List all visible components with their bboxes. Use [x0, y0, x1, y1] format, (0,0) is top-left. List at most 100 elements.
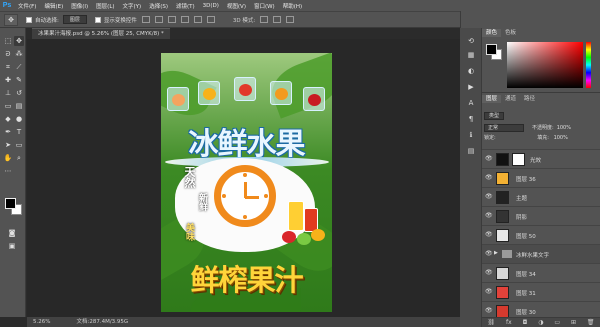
- quick-select-icon[interactable]: ⁂: [14, 49, 24, 59]
- align-center-icon[interactable]: [193, 16, 202, 23]
- foreground-color-swatch[interactable]: [5, 198, 16, 209]
- tab-layers[interactable]: 图层: [482, 95, 502, 103]
- doc-info[interactable]: 文档:287.4M/3.95G: [76, 317, 128, 327]
- eye-icon[interactable]: 👁: [485, 156, 493, 162]
- screen-mode-icon[interactable]: ▣: [7, 241, 17, 251]
- brush-tool-icon[interactable]: ✎: [14, 75, 24, 85]
- actions-panel-icon[interactable]: ▶: [466, 82, 476, 92]
- menu-select[interactable]: 选择(S): [145, 2, 172, 10]
- type-tool-icon[interactable]: T: [14, 127, 24, 137]
- shape-tool-icon[interactable]: ▭: [14, 140, 24, 150]
- dodge-tool-icon[interactable]: ●: [14, 114, 24, 124]
- pen-tool-icon[interactable]: ✒: [3, 127, 13, 137]
- marquee-tool-icon[interactable]: ⬚: [3, 36, 13, 46]
- menu-layer[interactable]: 图层(L): [92, 2, 118, 10]
- layer-row[interactable]: 👁 图层 50: [482, 225, 600, 244]
- menu-file[interactable]: 文件(F): [14, 2, 40, 10]
- layer-row[interactable]: 👁 主题: [482, 187, 600, 206]
- align-bottom-icon[interactable]: [167, 16, 176, 23]
- foreground-swatch[interactable]: [486, 44, 497, 55]
- apricot-fruit: [275, 88, 288, 100]
- layer-row[interactable]: 👁 图层 36: [482, 168, 600, 187]
- navigator-panel-icon[interactable]: ▤: [466, 146, 476, 156]
- eye-icon[interactable]: 👁: [485, 175, 493, 181]
- character-panel-icon[interactable]: A: [466, 98, 476, 108]
- properties-panel-icon[interactable]: ▦: [466, 50, 476, 60]
- healing-brush-icon[interactable]: ✚: [3, 75, 13, 85]
- menu-3d[interactable]: 3D(D): [199, 3, 223, 9]
- history-panel-icon[interactable]: ⟲: [466, 36, 476, 46]
- clone-stamp-icon[interactable]: ⊥: [3, 88, 13, 98]
- pan-3d-icon[interactable]: [286, 16, 295, 23]
- menu-image[interactable]: 图像(I): [67, 2, 92, 10]
- layer-group-row[interactable]: 👁 ▶ 冰鲜水果文字: [482, 244, 600, 263]
- align-middle-icon[interactable]: [154, 16, 163, 23]
- document-tab[interactable]: 冰果果汁海报.psd @ 5.26% (图层 25, CMYK/8) *: [32, 28, 170, 39]
- menu-edit[interactable]: 编辑(E): [40, 2, 67, 10]
- eye-icon[interactable]: 👁: [485, 194, 493, 200]
- layer-row[interactable]: 👁 图层 34: [482, 263, 600, 282]
- adjustment-layer-icon[interactable]: ◑: [538, 319, 543, 326]
- lasso-tool-icon[interactable]: ᘐ: [3, 49, 13, 59]
- tools-panel: ⬚ ✥ ᘐ ⁂ ⌗ ⟋ ✚ ✎ ⊥ ↺ ▭ ▤ ◆ ● ✒ T ➤ ▭ ✋ ⌕ …: [0, 28, 26, 317]
- add-mask-icon[interactable]: ◘: [523, 319, 528, 326]
- layer-row[interactable]: 👁 阴影: [482, 206, 600, 225]
- tab-color[interactable]: 颜色: [482, 29, 502, 37]
- tab-paths[interactable]: 路径: [520, 95, 539, 103]
- hue-slider[interactable]: [586, 42, 591, 88]
- roll-3d-icon[interactable]: [273, 16, 282, 23]
- group-expand-icon[interactable]: ▶: [494, 250, 498, 256]
- blur-tool-icon[interactable]: ◆: [3, 114, 13, 124]
- color-picker-field[interactable]: [507, 42, 583, 88]
- path-select-icon[interactable]: ➤: [3, 140, 13, 150]
- layer-row[interactable]: 👁 光效: [482, 149, 600, 168]
- move-tool-icon[interactable]: ✥: [14, 36, 24, 46]
- layer-row[interactable]: 👁 图层 31: [482, 282, 600, 301]
- new-group-icon[interactable]: ▭: [554, 319, 560, 326]
- rotate-3d-icon[interactable]: [260, 16, 269, 23]
- auto-select-checkbox[interactable]: [26, 16, 32, 23]
- edit-toolbar-icon[interactable]: ⋯: [3, 166, 13, 176]
- info-panel-icon[interactable]: ℹ: [466, 130, 476, 140]
- align-top-icon[interactable]: [141, 16, 150, 23]
- ice-cube: [167, 87, 189, 111]
- layer-filter-dropdown[interactable]: 类型: [484, 111, 505, 120]
- crop-tool-icon[interactable]: ⌗: [3, 62, 13, 72]
- menu-window[interactable]: 窗口(W): [250, 2, 279, 10]
- eye-icon[interactable]: 👁: [485, 308, 493, 314]
- history-brush-icon[interactable]: ↺: [14, 88, 24, 98]
- auto-select-dropdown[interactable]: 图层: [62, 15, 87, 24]
- zoom-tool-icon[interactable]: ⌕: [14, 153, 24, 163]
- paragraph-panel-icon[interactable]: ¶: [466, 114, 476, 124]
- show-transform-checkbox[interactable]: [94, 16, 101, 23]
- trash-icon[interactable]: 🗑: [587, 319, 595, 326]
- hand-tool-icon[interactable]: ✋: [3, 153, 13, 163]
- eye-icon[interactable]: 👁: [485, 213, 493, 219]
- adjustments-panel-icon[interactable]: ◐: [466, 66, 476, 76]
- link-layers-icon[interactable]: ⛓: [487, 319, 495, 326]
- new-layer-icon[interactable]: ⊞: [571, 319, 576, 326]
- eye-icon[interactable]: 👁: [485, 232, 493, 238]
- eraser-tool-icon[interactable]: ▭: [3, 101, 13, 111]
- align-right-icon[interactable]: [206, 16, 215, 23]
- menu-view[interactable]: 视图(V): [223, 2, 250, 10]
- tab-swatches[interactable]: 色板: [501, 29, 520, 37]
- gradient-tool-icon[interactable]: ▤: [14, 101, 24, 111]
- menu-filter[interactable]: 滤镜(T): [172, 2, 199, 10]
- menu-help[interactable]: 帮助(H): [279, 2, 306, 10]
- fill-value[interactable]: 100%: [554, 135, 568, 141]
- eye-icon[interactable]: 👁: [485, 251, 493, 257]
- eyedropper-icon[interactable]: ⟋: [14, 62, 24, 72]
- opacity-value[interactable]: 100%: [557, 125, 571, 131]
- quick-mask-icon[interactable]: ◙: [7, 228, 17, 238]
- eye-icon[interactable]: 👁: [485, 289, 493, 295]
- blend-row: 正常 不透明度: 100%: [484, 123, 597, 132]
- tab-channels[interactable]: 通道: [501, 95, 520, 103]
- blend-mode-dropdown[interactable]: 正常: [484, 123, 524, 132]
- align-left-icon[interactable]: [180, 16, 189, 23]
- eye-icon[interactable]: 👁: [485, 270, 493, 276]
- menu-type[interactable]: 文字(Y): [119, 2, 146, 10]
- move-tool-icon[interactable]: ✥: [4, 13, 18, 26]
- zoom-level[interactable]: 5.26%: [33, 317, 50, 327]
- fx-icon[interactable]: fx: [506, 319, 512, 326]
